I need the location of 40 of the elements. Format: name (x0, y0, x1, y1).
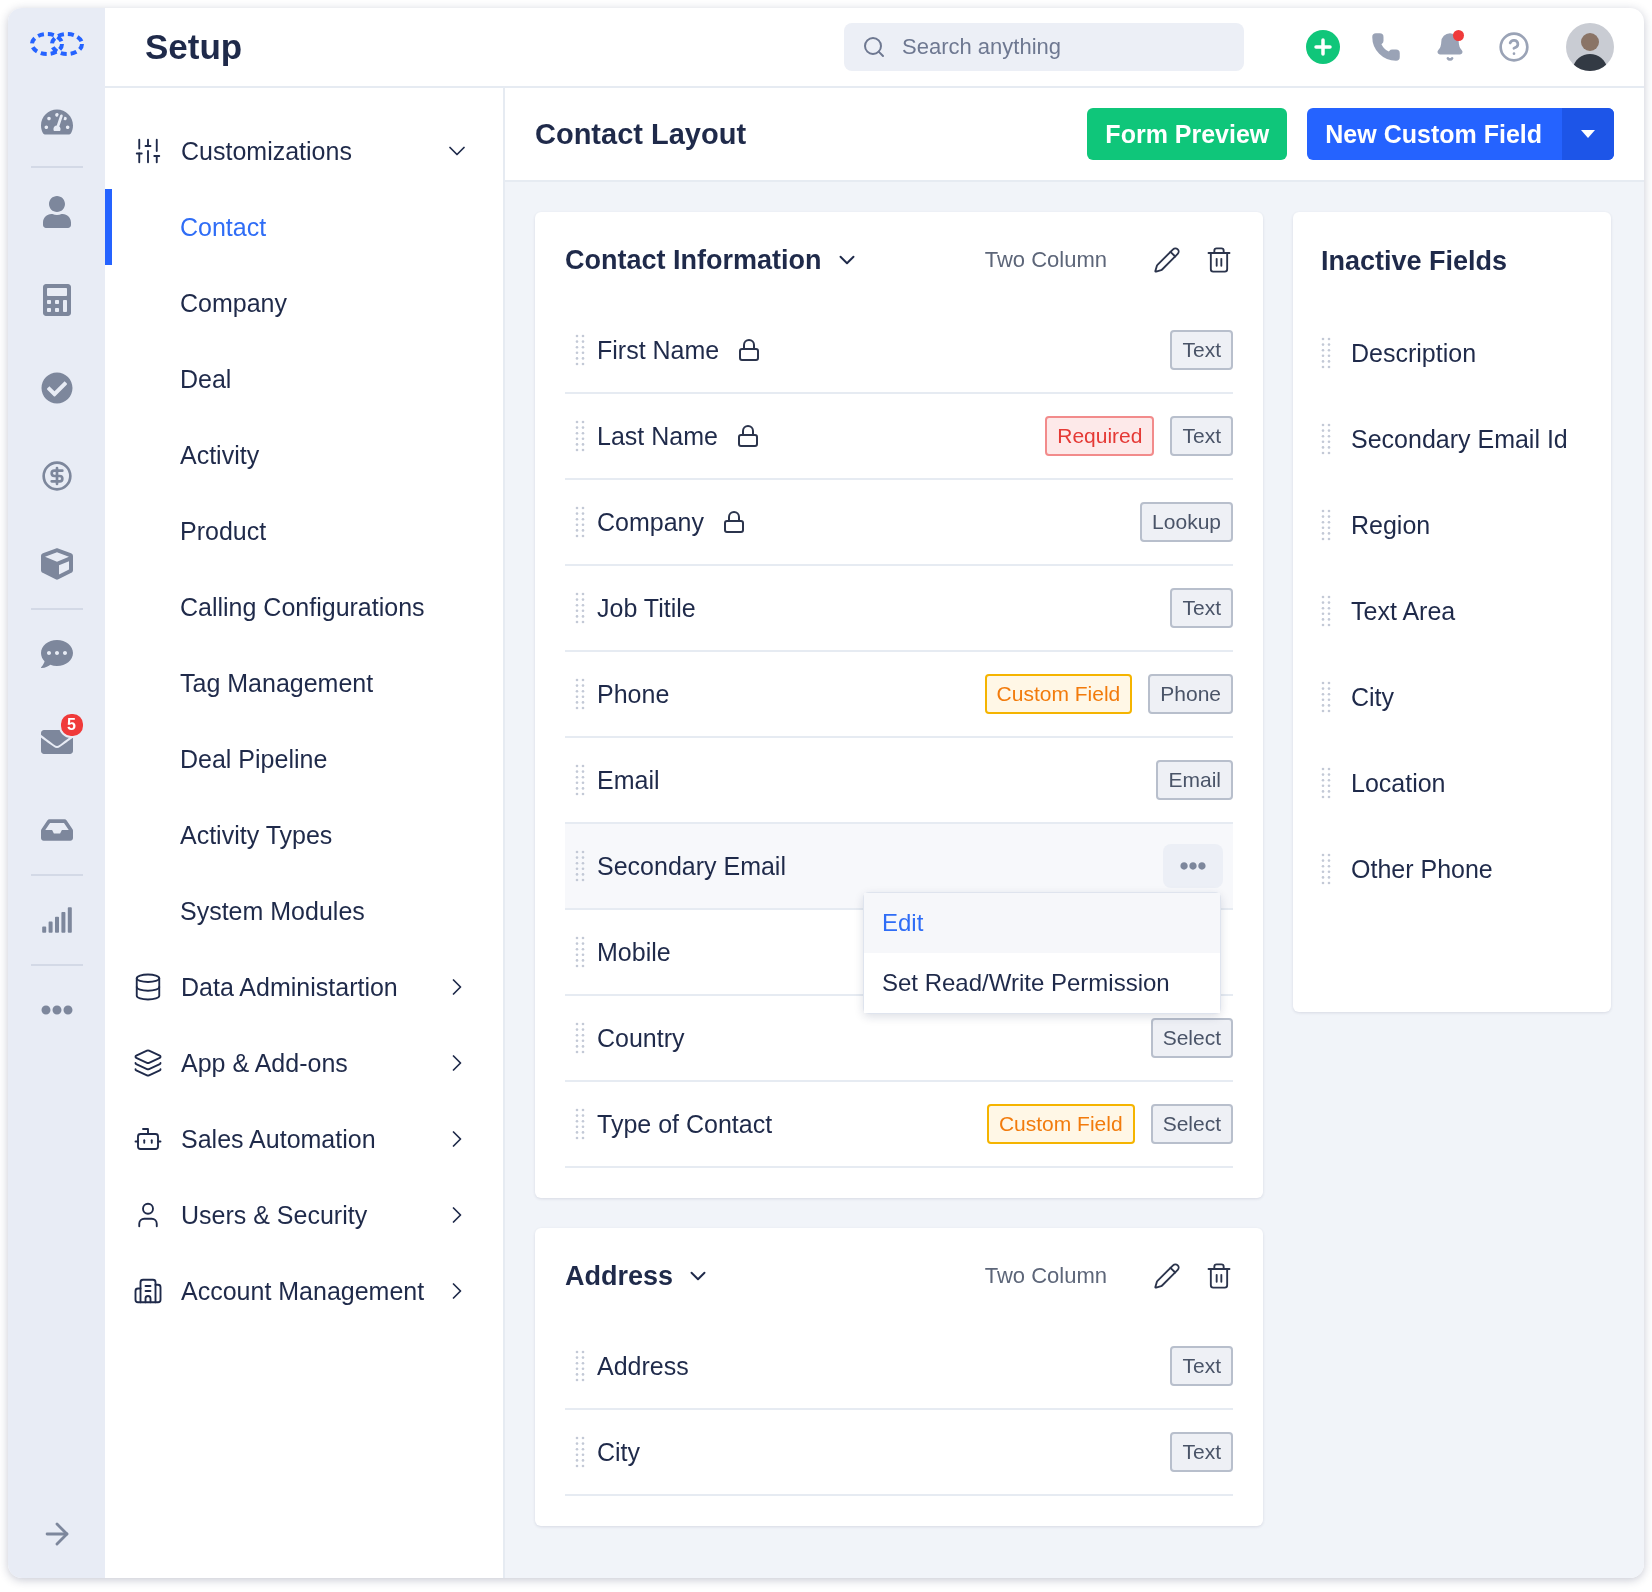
page-title: Setup (145, 27, 244, 67)
field-tag: Phone (1148, 674, 1233, 714)
field-name: Secondary Email (597, 851, 786, 881)
field-name: Email (597, 765, 660, 795)
unread-badge: 5 (58, 712, 85, 738)
field-name: Company (597, 507, 704, 537)
field-name: Country (597, 1023, 685, 1053)
field-name: Phone (597, 679, 670, 709)
field-tag: Email (1156, 760, 1233, 800)
field-tag: Text (1170, 1432, 1233, 1472)
layout-label: Two Column (984, 247, 1107, 273)
field-name: Address (597, 1351, 689, 1381)
field-tag: Custom Field (984, 674, 1133, 714)
field-name: Mobile (597, 937, 671, 967)
section-title: Contact Layout (535, 117, 748, 151)
field-name: Last Name (597, 421, 718, 451)
layout-label: Two Column (984, 1263, 1107, 1289)
field-name: Region (1351, 510, 1431, 540)
field-tag: Select (1150, 1104, 1233, 1144)
field-name: Text Area (1351, 596, 1456, 626)
field-name: Type of Contact (597, 1109, 773, 1139)
card-title: Contact Information (565, 244, 822, 276)
field-name: Description (1351, 338, 1477, 368)
field-tag: Text (1170, 1346, 1233, 1386)
field-tag: Lookup (1140, 502, 1233, 542)
field-tag: Text (1170, 588, 1233, 628)
field-name: First Name (597, 335, 720, 365)
card-title: Address (565, 1260, 674, 1292)
field-name: City (597, 1437, 641, 1467)
field-tag: Select (1150, 1018, 1233, 1058)
field-name: Job Titile (597, 593, 696, 623)
field-name: Location (1351, 768, 1446, 798)
field-name: City (1351, 682, 1395, 712)
field-tag: Text (1170, 330, 1233, 370)
field-tag: Required (1045, 416, 1155, 456)
card-title: Inactive Fields (1321, 244, 1509, 278)
field-tag: Custom Field (986, 1104, 1135, 1144)
field-name: Other Phone (1351, 854, 1493, 884)
field-tag: Text (1170, 416, 1233, 456)
field-name: Secondary Email Id (1351, 424, 1568, 454)
